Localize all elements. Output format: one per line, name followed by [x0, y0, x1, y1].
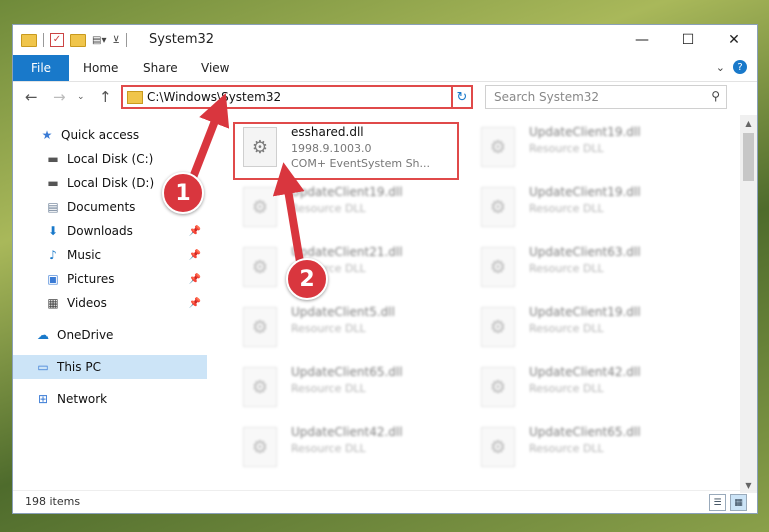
- arrow-to-address: [188, 93, 230, 182]
- step-badge-1: 1: [162, 172, 204, 214]
- annotation-arrows: [188, 93, 305, 263]
- step-badge-2: 2: [286, 258, 328, 300]
- arrow-to-file: [272, 162, 305, 263]
